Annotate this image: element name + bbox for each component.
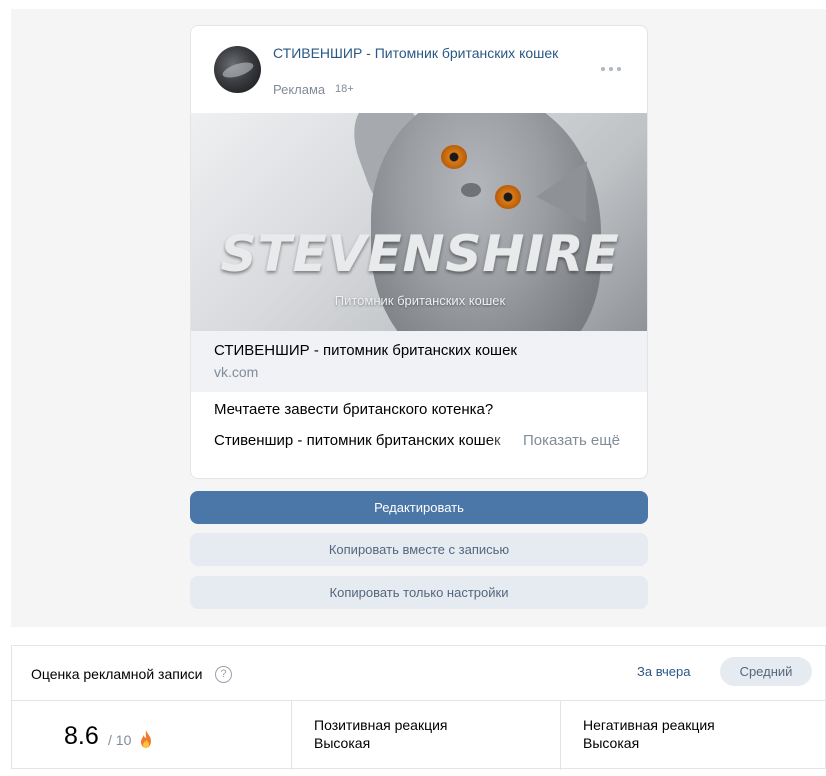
copy-settings-button[interactable]: Копировать только настройки <box>190 576 648 609</box>
column-divider <box>560 701 561 770</box>
cat-eye-right <box>495 185 521 209</box>
copy-with-post-button[interactable]: Копировать вместе с записью <box>190 533 648 566</box>
edit-button[interactable]: Редактировать <box>190 491 648 524</box>
link-snippet[interactable]: СТИВЕНШИР - питомник британских кошек vk… <box>191 331 647 392</box>
positive-reaction-value: Высокая <box>314 735 371 751</box>
level-badge[interactable]: Средний <box>720 657 812 686</box>
panel-divider <box>12 700 825 701</box>
image-brand-title: STEVENSHIRE <box>220 225 620 283</box>
score-scale: / 10 <box>108 732 132 748</box>
show-more-link[interactable]: Показать ещё <box>523 432 620 449</box>
more-icon[interactable] <box>601 64 621 74</box>
column-divider <box>291 701 292 770</box>
ad-rating-panel: Оценка рекламной записи ? За вчера Средн… <box>11 645 826 770</box>
post-image[interactable]: STEVENSHIRE Питомник британских кошек <box>191 113 647 331</box>
snippet-title: СТИВЕНШИР - питомник британских кошек <box>214 342 517 359</box>
image-subtitle: Питомник британских кошек <box>334 293 506 308</box>
age-rating-badge: 18+ <box>335 83 354 95</box>
positive-reaction-title: Позитивная реакция <box>314 717 448 733</box>
fire-icon <box>141 730 151 748</box>
help-icon[interactable]: ? <box>215 666 232 683</box>
community-name-link[interactable]: СТИВЕНШИР - Питомник британских кошек <box>273 44 563 62</box>
community-avatar[interactable] <box>214 46 261 93</box>
text-fade <box>486 430 526 452</box>
score-value: 8.6 <box>64 722 99 750</box>
rating-title: Оценка рекламной записи <box>31 666 203 682</box>
ad-label: Реклама <box>273 82 326 97</box>
negative-reaction-title: Негативная реакция <box>583 717 715 733</box>
ad-post-card: СТИВЕНШИР - Питомник британских кошек Ре… <box>190 25 648 479</box>
period-link[interactable]: За вчера <box>637 664 690 679</box>
post-header: СТИВЕНШИР - Питомник британских кошек Ре… <box>191 26 647 113</box>
cat-eye-left <box>441 145 467 169</box>
negative-reaction-value: Высокая <box>583 735 640 751</box>
cat-nose <box>461 183 481 197</box>
snippet-domain: vk.com <box>214 364 259 380</box>
post-text-line-1: Мечтаете завести британского котенка? <box>214 401 494 418</box>
post-text-line-2: Стивеншир - питомник британских кошек <box>214 432 501 449</box>
